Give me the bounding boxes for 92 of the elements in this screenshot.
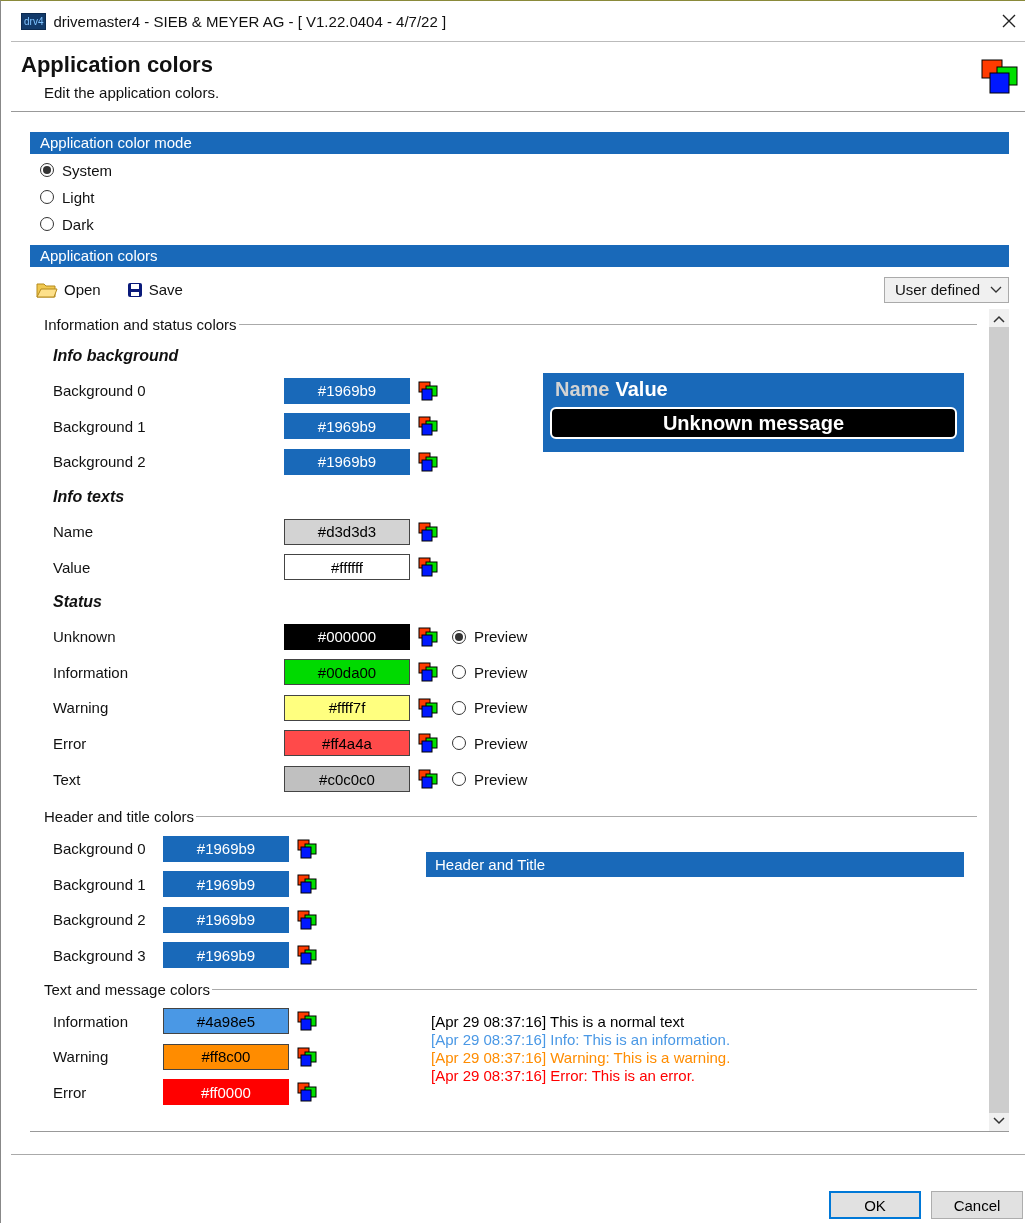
section-header: Application color mode <box>30 131 1009 154</box>
cancel-button[interactable]: Cancel <box>931 1191 1023 1219</box>
preset-dropdown[interactable]: User defined <box>883 276 1009 303</box>
preview-value: Value <box>615 377 668 401</box>
color-label: Information <box>53 663 130 681</box>
color-label: Background 1 <box>53 417 147 435</box>
window-title: drivemaster4 - SIEB & MEYER AG - [ V1.22.0404 - 4/7/22 ] <box>53 12 448 30</box>
subgroup-title: Info texts <box>52 486 126 507</box>
color-field[interactable]: #1969b9 <box>284 377 410 404</box>
ok-button[interactable]: OK <box>829 1191 921 1219</box>
page-subtitle: Edit the application colors. <box>44 84 221 102</box>
color-label: Unknown <box>53 628 117 646</box>
scroll-down-icon[interactable] <box>993 1116 1005 1125</box>
open-button[interactable]: Open <box>34 278 103 301</box>
color-label: Background 2 <box>53 911 147 929</box>
preview-radio[interactable]: Preview <box>452 663 528 681</box>
color-squares-icon <box>981 58 1019 95</box>
color-label: Background 2 <box>53 453 147 471</box>
log-line: [Apr 29 08:37:16] Info: This is an information. <box>431 1031 731 1050</box>
preview-radio[interactable]: Preview <box>452 699 528 717</box>
log-line: [Apr 29 08:37:16] This is a normal text <box>431 1013 686 1032</box>
color-label: Background 0 <box>53 382 147 400</box>
color-picker-icon[interactable] <box>418 451 438 472</box>
page-title: Application colors <box>21 52 214 79</box>
color-picker-icon[interactable] <box>418 662 438 683</box>
color-label: Background 3 <box>53 946 147 964</box>
color-picker-icon[interactable] <box>418 733 438 754</box>
color-field[interactable]: #1969b9 <box>284 448 410 475</box>
color-label: Background 0 <box>53 840 147 858</box>
color-picker-icon[interactable] <box>297 1011 317 1032</box>
header-preview: Header and Title <box>426 851 964 877</box>
radio-option[interactable]: Dark <box>40 215 94 233</box>
color-field[interactable]: #c0c0c0 <box>284 766 410 793</box>
group-title: Text and message colors <box>44 980 210 998</box>
color-field[interactable]: #ffffff <box>284 554 410 581</box>
preview-radio[interactable]: Preview <box>452 628 528 646</box>
color-picker-icon[interactable] <box>297 945 317 966</box>
color-field[interactable]: #000000 <box>284 623 410 650</box>
subgroup-title: Status <box>52 591 103 612</box>
color-label: Name <box>53 523 94 540</box>
preview-radio[interactable]: Preview <box>452 770 528 788</box>
radio-option[interactable]: Light <box>40 188 95 206</box>
color-picker-icon[interactable] <box>418 380 438 401</box>
color-picker-icon[interactable] <box>297 838 317 859</box>
radio-option[interactable]: System <box>40 161 112 179</box>
color-label: Warning <box>53 1048 110 1066</box>
color-picker-icon[interactable] <box>297 909 317 930</box>
color-label: Warning <box>53 699 110 717</box>
color-picker-icon[interactable] <box>297 1046 317 1067</box>
color-picker-icon[interactable] <box>418 626 438 647</box>
color-picker-icon[interactable] <box>418 521 438 542</box>
color-picker-icon[interactable] <box>297 874 317 895</box>
color-label: Information <box>53 1012 130 1030</box>
preview-radio[interactable]: Preview <box>452 735 528 752</box>
log-line: [Apr 29 08:37:16] Error: This is an error. <box>431 1067 697 1086</box>
folder-icon <box>36 280 58 299</box>
color-picker-icon[interactable] <box>297 1082 317 1103</box>
color-field[interactable]: #1969b9 <box>163 835 289 862</box>
preview-name: Name <box>555 377 610 401</box>
color-field[interactable]: #1969b9 <box>163 906 289 933</box>
caret-icon <box>990 285 1002 294</box>
scroll-up-icon[interactable] <box>993 314 1005 323</box>
color-field[interactable]: #4a98e5 <box>163 1008 289 1035</box>
color-field[interactable]: #ff4a4a <box>284 730 410 757</box>
color-label: Background 1 <box>53 875 147 893</box>
section-header: Application colors <box>30 244 1009 267</box>
color-label: Error <box>53 735 88 752</box>
color-field[interactable]: #1969b9 <box>163 942 289 969</box>
color-picker-icon[interactable] <box>418 416 438 437</box>
color-field[interactable]: #1969b9 <box>163 871 289 898</box>
color-picker-icon[interactable] <box>418 557 438 578</box>
color-field[interactable]: #00da00 <box>284 659 410 686</box>
color-picker-icon[interactable] <box>418 697 438 718</box>
color-picker-icon[interactable] <box>418 769 438 790</box>
color-label: Value <box>53 558 92 576</box>
scrollbar[interactable] <box>989 308 1009 1131</box>
group-title: Information and status colors <box>44 316 237 334</box>
color-label: Text <box>53 770 82 788</box>
color-field[interactable]: #ffff7f <box>284 694 410 721</box>
log-line: [Apr 29 08:37:16] Warning: This is a warning. <box>431 1049 731 1068</box>
close-icon[interactable] <box>1001 13 1017 30</box>
color-field[interactable]: #ff8c00 <box>163 1043 289 1070</box>
color-field[interactable]: #1969b9 <box>284 413 410 440</box>
subgroup-title: Info background <box>52 345 180 366</box>
status-message: Unknown message <box>550 406 957 439</box>
color-label: Error <box>53 1083 88 1101</box>
color-field[interactable]: #d3d3d3 <box>284 518 410 545</box>
save-icon <box>126 281 143 298</box>
app-icon: drv4 <box>21 12 47 30</box>
save-button[interactable]: Save <box>124 279 185 301</box>
group-title: Header and title colors <box>44 808 195 826</box>
color-field[interactable]: #ff0000 <box>163 1079 289 1106</box>
